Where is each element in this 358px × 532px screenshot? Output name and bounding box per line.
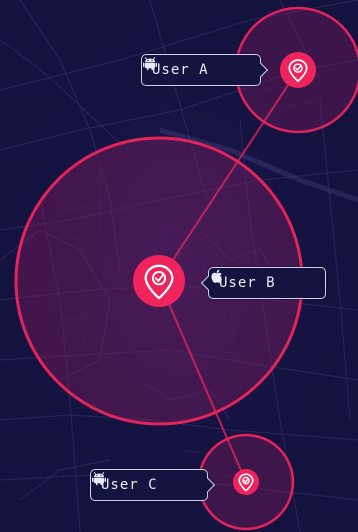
marker-user-c[interactable]: [233, 469, 259, 495]
user-a-name: User A: [152, 62, 209, 78]
user-label-a[interactable]: User A: [141, 54, 269, 86]
apple-icon: [211, 269, 222, 283]
user-label-c[interactable]: User C: [90, 469, 216, 501]
user-label-b[interactable]: User B: [200, 267, 326, 299]
android-icon: [92, 472, 106, 486]
map-view[interactable]: User A User B User C: [0, 0, 358, 532]
user-b-name: User B: [219, 275, 276, 291]
android-icon: [143, 57, 157, 71]
user-c-name: User C: [101, 477, 158, 493]
marker-user-a[interactable]: [280, 52, 316, 88]
marker-user-b[interactable]: [133, 255, 185, 307]
